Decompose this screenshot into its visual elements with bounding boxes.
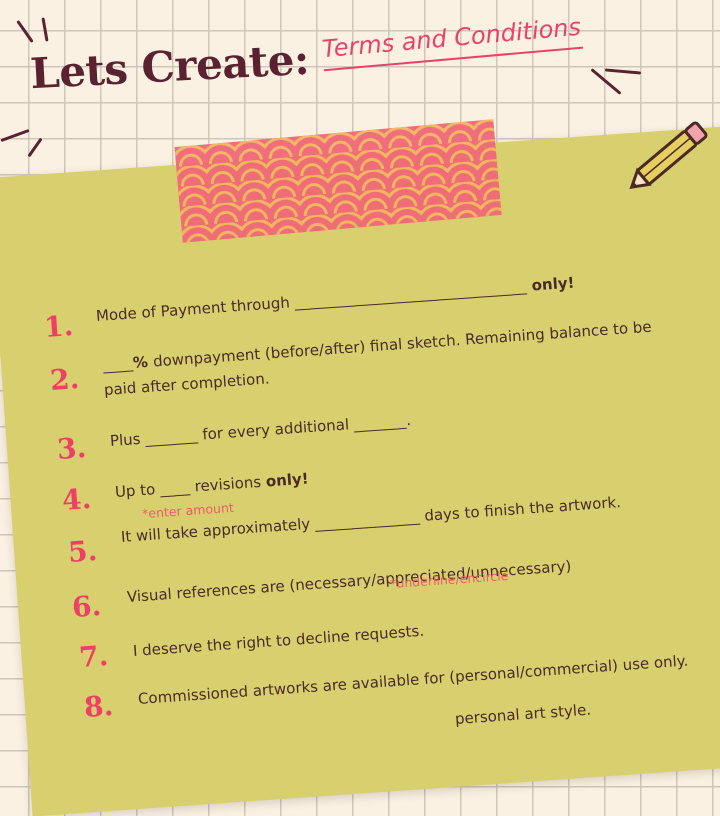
item-emphasis: only!: [525, 273, 575, 295]
accent-ray: [0, 128, 30, 143]
item-emphasis: %: [132, 352, 154, 372]
item-number: 6.: [70, 589, 103, 624]
accent-ray: [604, 68, 642, 75]
accent-ray: [41, 17, 49, 42]
item-number: 8.: [82, 689, 115, 724]
item-number: 3.: [55, 431, 88, 466]
item-number: 2.: [48, 362, 81, 397]
page-title: Lets Create:: [28, 34, 311, 99]
pencil-icon: [620, 115, 720, 199]
item-number: 4.: [60, 482, 93, 517]
accent-ray: [27, 137, 43, 158]
item-number: 7.: [77, 639, 110, 674]
page-subtitle: Terms and Conditions: [320, 12, 583, 72]
item-number: 5.: [66, 534, 99, 569]
accent-ray: [16, 19, 34, 44]
item-text: ____: [102, 353, 134, 374]
item-number: 1.: [42, 309, 75, 344]
item-emphasis: only!: [265, 469, 310, 491]
